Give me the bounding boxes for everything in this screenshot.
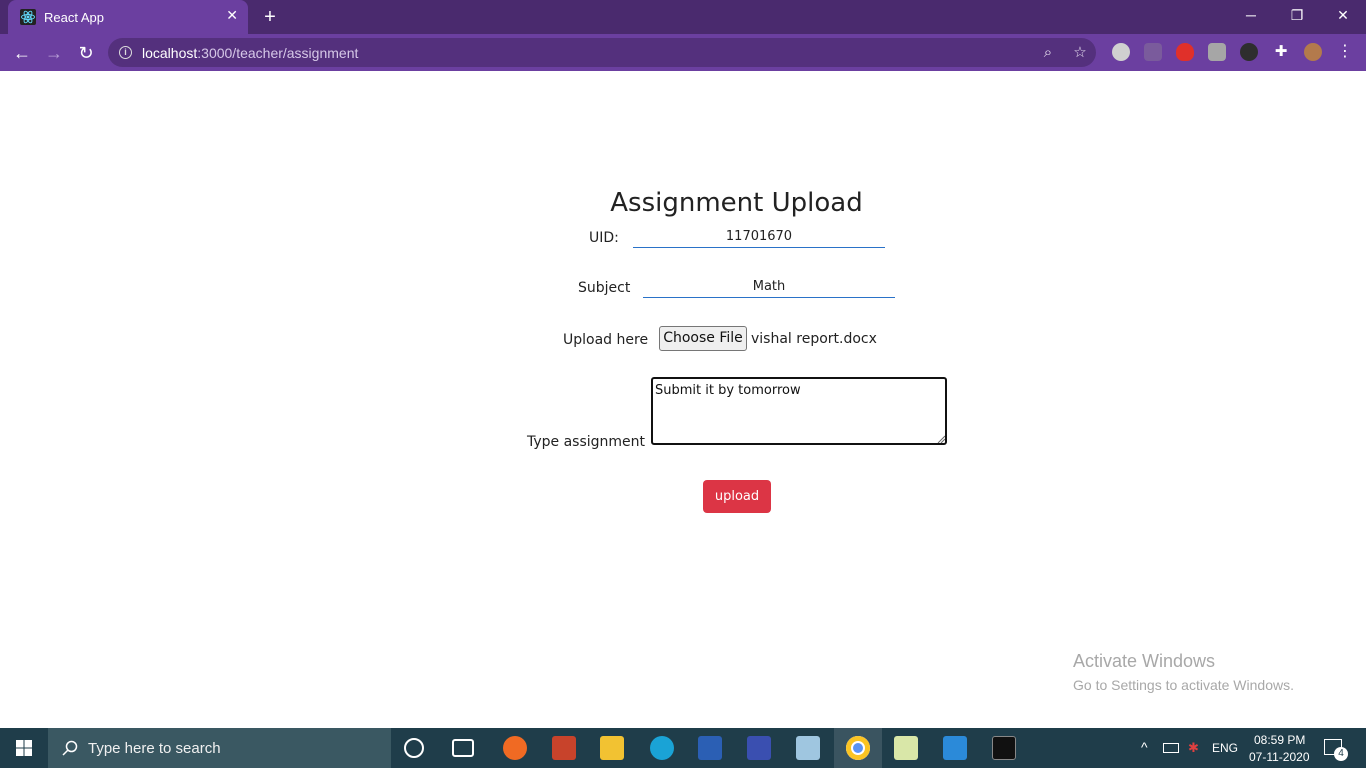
file-explorer-icon[interactable] xyxy=(600,736,624,760)
taskbar-search-box[interactable]: Type here to search xyxy=(48,728,391,768)
windows-taskbar: Type here to search ^ ✱ ENG 08:59 PM 07-… xyxy=(0,728,1366,768)
close-window-icon[interactable]: ✕ xyxy=(1320,0,1366,30)
devcpp-icon[interactable] xyxy=(747,736,771,760)
upload-label: Upload here xyxy=(563,332,649,348)
search-placeholder: Type here to search xyxy=(88,740,221,757)
bookmark-star-icon[interactable]: ☆ xyxy=(1070,43,1090,63)
word-icon[interactable] xyxy=(698,736,722,760)
activate-windows-title: Activate Windows xyxy=(1073,651,1216,671)
selected-file-name: vishal report.docx xyxy=(751,331,877,347)
extension-r-icon[interactable] xyxy=(1208,43,1226,61)
forward-icon[interactable]: → xyxy=(42,41,66,65)
notepad-icon[interactable] xyxy=(796,736,820,760)
new-tab-icon[interactable]: + xyxy=(260,5,280,29)
windows-start-icon[interactable] xyxy=(0,728,48,768)
subject-label: Subject xyxy=(578,280,631,296)
extension-shield-icon[interactable] xyxy=(1176,43,1194,61)
restore-icon[interactable]: ❐ xyxy=(1274,0,1320,30)
react-logo-icon xyxy=(20,9,36,25)
extension-grid-icon[interactable] xyxy=(1144,43,1162,61)
page-content: Assignment Upload UID: Subject Upload he… xyxy=(0,71,1366,728)
battery-icon[interactable] xyxy=(1163,743,1179,753)
address-bar[interactable]: i localhost:3000/teacher/assignment ⌕ ☆ xyxy=(108,38,1096,67)
notification-count-badge: 4 xyxy=(1334,747,1348,761)
uid-label: UID: xyxy=(589,230,619,246)
extension-block-icon[interactable] xyxy=(1112,43,1130,61)
terminal-icon[interactable] xyxy=(992,736,1016,760)
page-title: Assignment Upload xyxy=(610,188,863,218)
edge-icon[interactable] xyxy=(650,736,674,760)
powerpoint-icon[interactable] xyxy=(552,736,576,760)
subject-input[interactable] xyxy=(643,276,895,298)
browser-toolbar: ← → ↻ i localhost:3000/teacher/assignmen… xyxy=(0,34,1366,71)
profile-avatar[interactable] xyxy=(1304,43,1322,61)
tab-title: React App xyxy=(44,10,104,25)
language-indicator[interactable]: ENG xyxy=(1212,741,1238,755)
upload-button[interactable]: upload xyxy=(703,480,771,513)
vscode-icon[interactable] xyxy=(943,736,967,760)
clock-time[interactable]: 08:59 PM xyxy=(1254,733,1305,747)
extensions-puzzle-icon[interactable]: ✚ xyxy=(1272,43,1290,61)
cortana-icon[interactable] xyxy=(404,738,424,758)
activate-windows-subtitle: Go to Settings to activate Windows. xyxy=(1073,677,1294,693)
clock-date[interactable]: 07-11-2020 xyxy=(1249,750,1310,764)
editor-icon[interactable] xyxy=(894,736,918,760)
choose-file-button[interactable]: Choose File xyxy=(659,326,747,351)
url-text: localhost:3000/teacher/assignment xyxy=(142,45,359,61)
extension-k-icon[interactable] xyxy=(1240,43,1258,61)
close-tab-icon[interactable]: ✕ xyxy=(226,7,238,24)
search-icon xyxy=(62,740,78,756)
site-info-icon[interactable]: i xyxy=(119,46,132,59)
minimize-icon[interactable]: ─ xyxy=(1228,0,1274,30)
task-view-icon[interactable] xyxy=(452,739,474,757)
network-icon[interactable]: ✱ xyxy=(1188,740,1199,756)
resize-handle-icon[interactable] xyxy=(937,435,945,443)
zoom-icon[interactable]: ⌕ xyxy=(1038,43,1058,63)
back-icon[interactable]: ← xyxy=(10,41,34,65)
menu-kebab-icon[interactable]: ⋮ xyxy=(1336,43,1354,61)
tab-react-app[interactable]: React App ✕ xyxy=(8,0,248,34)
chrome-active-highlight xyxy=(834,728,882,768)
reload-icon[interactable]: ↻ xyxy=(74,41,98,65)
tray-chevron-icon[interactable]: ^ xyxy=(1141,739,1148,755)
firefox-icon[interactable] xyxy=(503,736,527,760)
uid-input[interactable] xyxy=(633,226,885,248)
type-assignment-label: Type assignment xyxy=(527,434,646,450)
assignment-textarea[interactable]: Submit it by tomorrow xyxy=(651,377,947,445)
browser-titlebar: React App ✕ + ─ ❐ ✕ xyxy=(0,0,1366,34)
